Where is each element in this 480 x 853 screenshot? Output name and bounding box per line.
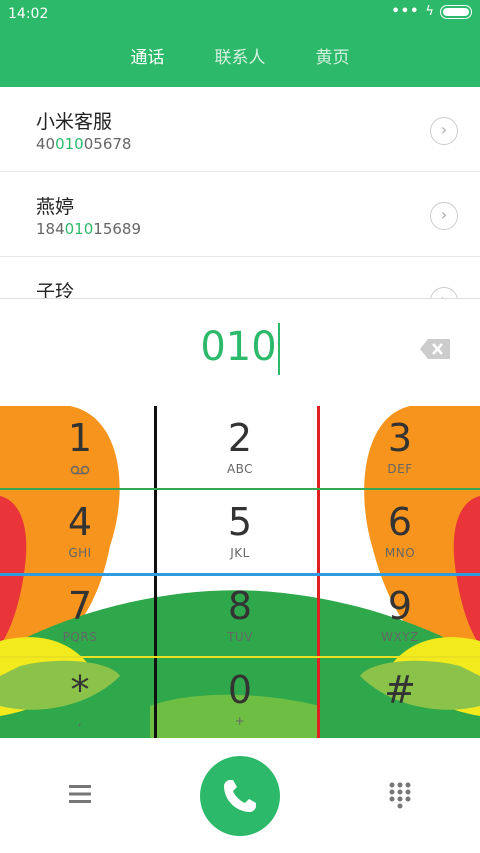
contact-row[interactable]: 小米客服 4001005678 ›: [0, 87, 480, 172]
key-2[interactable]: 2 ABC: [160, 406, 320, 489]
contact-number: 18401015689: [36, 220, 141, 238]
status-icons: ••• ϟ: [391, 4, 472, 19]
contact-name: 子玲: [36, 281, 75, 299]
status-time: 14:02: [8, 6, 49, 22]
key-letters: DEF: [387, 462, 413, 476]
key-digit: #: [384, 668, 416, 712]
key-5[interactable]: 5 JKL: [160, 490, 320, 573]
key-9[interactable]: 9 WXYZ: [320, 574, 480, 657]
contact-suggestion-list: 小米客服 4001005678 › 燕婷 18401015689 › 子玲 ›: [0, 87, 480, 299]
key-digit: 0: [227, 668, 253, 712]
key-letters: JKL: [230, 546, 250, 560]
key-digit: 7: [67, 584, 93, 628]
key-letters: ABC: [226, 462, 254, 476]
key-hash[interactable]: #: [320, 658, 480, 738]
key-7[interactable]: 7 PQRS: [0, 574, 160, 657]
key-letters: ,: [77, 714, 83, 728]
backspace-icon[interactable]: [420, 339, 450, 359]
contact-row[interactable]: 燕婷 18401015689 ›: [0, 172, 480, 257]
key-letters: PQRS: [62, 630, 98, 644]
key-digit: 2: [227, 416, 253, 460]
tab-bar: 通话 联系人 黄页: [0, 43, 480, 68]
key-4[interactable]: 4 GHI: [0, 490, 160, 573]
key-digit: 4: [67, 500, 93, 544]
key-digit: 9: [387, 584, 413, 628]
dial-input-display: 010: [0, 298, 480, 407]
voicemail-icon: [70, 465, 90, 475]
key-digit: *: [70, 668, 90, 712]
call-button[interactable]: [200, 756, 280, 836]
key-letters: TUV: [227, 630, 253, 644]
dial-input-text: 010: [200, 324, 277, 370]
tab-calls[interactable]: 通话: [131, 43, 165, 68]
chevron-right-icon[interactable]: ›: [430, 117, 458, 145]
phone-icon: [224, 780, 256, 812]
tab-contacts[interactable]: 联系人: [215, 43, 266, 68]
battery-icon: [440, 4, 472, 19]
bottom-action-bar: [0, 738, 480, 853]
dial-keypad: 1 2 ABC 3 DEF 4 GHI 5 JKL 6 MNO 7 PQRS 8…: [0, 406, 480, 738]
key-star[interactable]: * ,: [0, 658, 160, 738]
key-1[interactable]: 1: [0, 406, 160, 489]
contact-name: 燕婷: [36, 196, 75, 218]
key-digit: 5: [227, 500, 253, 544]
charging-icon: ϟ: [425, 4, 434, 19]
key-digit: 3: [387, 416, 413, 460]
key-6[interactable]: 6 MNO: [320, 490, 480, 573]
key-letters: +: [234, 714, 246, 728]
chevron-right-icon[interactable]: ›: [430, 202, 458, 230]
menu-icon[interactable]: [65, 782, 95, 806]
dial-input[interactable]: 010: [0, 323, 480, 375]
signal-dots-icon: •••: [391, 4, 420, 19]
keypad-icon[interactable]: [385, 780, 415, 810]
contact-number: 4001005678: [36, 135, 132, 153]
key-letters: MNO: [384, 546, 416, 560]
app-header: 14:02 ••• ϟ 通话 联系人 黄页: [0, 0, 480, 87]
key-letters: GHI: [68, 546, 92, 560]
key-digit: 8: [227, 584, 253, 628]
contact-name: 小米客服: [36, 111, 113, 133]
key-0[interactable]: 0 +: [160, 658, 320, 738]
tab-yellow-pages[interactable]: 黄页: [316, 43, 350, 68]
text-caret: [277, 323, 280, 375]
key-digit: 1: [67, 416, 93, 460]
contact-row[interactable]: 子玲 ›: [0, 257, 480, 299]
key-3[interactable]: 3 DEF: [320, 406, 480, 489]
key-letters: WXYZ: [381, 630, 419, 644]
key-8[interactable]: 8 TUV: [160, 574, 320, 657]
key-digit: 6: [387, 500, 413, 544]
